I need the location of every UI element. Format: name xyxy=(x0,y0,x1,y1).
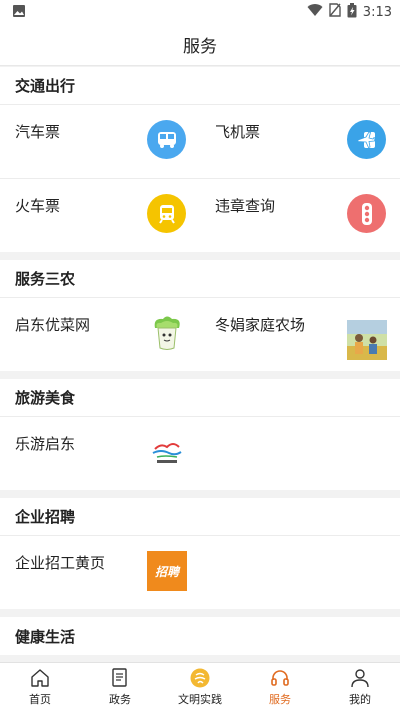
service-qidong-veg[interactable]: 启东优菜网 xyxy=(0,298,200,371)
section-title: 服务三农 xyxy=(0,260,400,298)
section-title: 交通出行 xyxy=(0,67,400,105)
service-leyou-qidong[interactable]: 乐游启东 xyxy=(0,417,200,490)
service-label: 汽车票 xyxy=(15,123,61,141)
tab-label: 政务 xyxy=(109,693,131,706)
service-label: 冬娟家庭农场 xyxy=(215,316,306,334)
document-icon xyxy=(112,668,127,687)
section-transport: 交通出行 汽车票 飞机票 火车票 违章查询 xyxy=(0,67,400,252)
tab-government[interactable]: 政务 xyxy=(80,663,160,711)
tab-mine[interactable]: 我的 xyxy=(320,663,400,711)
traffic-light-icon xyxy=(347,194,386,233)
section-travel-food: 旅游美食 乐游启东 xyxy=(0,379,400,490)
wifi-icon xyxy=(307,3,323,21)
service-label: 违章查询 xyxy=(215,197,276,215)
civilization-logo-icon xyxy=(190,668,210,688)
service-label: 启东优菜网 xyxy=(15,316,91,334)
section-recruitment: 企业招聘 企业招工黄页 招聘 xyxy=(0,498,400,609)
service-label: 乐游启东 xyxy=(15,435,76,453)
service-violation-query[interactable]: 违章查询 xyxy=(200,179,400,252)
service-recruit-yellow-pages[interactable]: 企业招工黄页 招聘 xyxy=(0,536,200,609)
battery-charging-icon xyxy=(347,2,357,22)
plane-ticket-icon xyxy=(347,120,386,159)
status-bar: 3:13 xyxy=(0,0,400,24)
service-bus-ticket[interactable]: 汽车票 xyxy=(0,105,200,178)
section-title: 健康生活 xyxy=(15,627,76,646)
tab-label: 首页 xyxy=(29,693,51,706)
service-plane-ticket[interactable]: 飞机票 xyxy=(200,105,400,178)
service-label: 飞机票 xyxy=(215,123,261,141)
section-title: 企业招聘 xyxy=(0,498,400,536)
headset-icon xyxy=(271,670,289,686)
tab-civilization[interactable]: 文明实践 xyxy=(160,663,240,711)
page-header: 服务 xyxy=(0,24,400,66)
service-train-ticket[interactable]: 火车票 xyxy=(0,179,200,252)
tab-services[interactable]: 服务 xyxy=(240,663,320,711)
tab-label: 服务 xyxy=(269,693,291,706)
services-content[interactable]: 交通出行 汽车票 飞机票 火车票 违章查询 服务三农 启东优菜网 冬娟家庭农场 … xyxy=(0,67,400,662)
status-time: 3:13 xyxy=(362,4,392,20)
tab-label: 文明实践 xyxy=(178,693,222,706)
service-dongjuan-farm[interactable]: 冬娟家庭农场 xyxy=(200,298,400,371)
tab-label: 我的 xyxy=(349,693,371,706)
service-label: 火车票 xyxy=(15,197,61,215)
bottom-tab-bar: 首页 政务 文明实践 服务 我的 xyxy=(0,662,400,711)
train-icon xyxy=(147,194,186,233)
farm-photo-icon xyxy=(347,320,387,360)
home-icon xyxy=(31,669,49,687)
page-title: 服务 xyxy=(183,37,217,57)
service-label: 企业招工黄页 xyxy=(15,554,106,572)
section-health: 健康生活 xyxy=(0,617,400,655)
section-title: 旅游美食 xyxy=(0,379,400,417)
person-icon xyxy=(351,669,369,688)
no-sim-icon xyxy=(329,3,341,21)
section-agriculture: 服务三农 启东优菜网 冬娟家庭农场 xyxy=(0,260,400,371)
poster-text: 招聘 xyxy=(154,564,179,579)
bus-icon xyxy=(147,120,186,159)
recruit-poster-icon: 招聘 xyxy=(147,551,187,591)
cabbage-icon xyxy=(147,313,186,352)
travel-logo-icon xyxy=(147,432,186,471)
tab-home[interactable]: 首页 xyxy=(0,663,80,711)
gallery-notification-icon xyxy=(12,3,26,22)
